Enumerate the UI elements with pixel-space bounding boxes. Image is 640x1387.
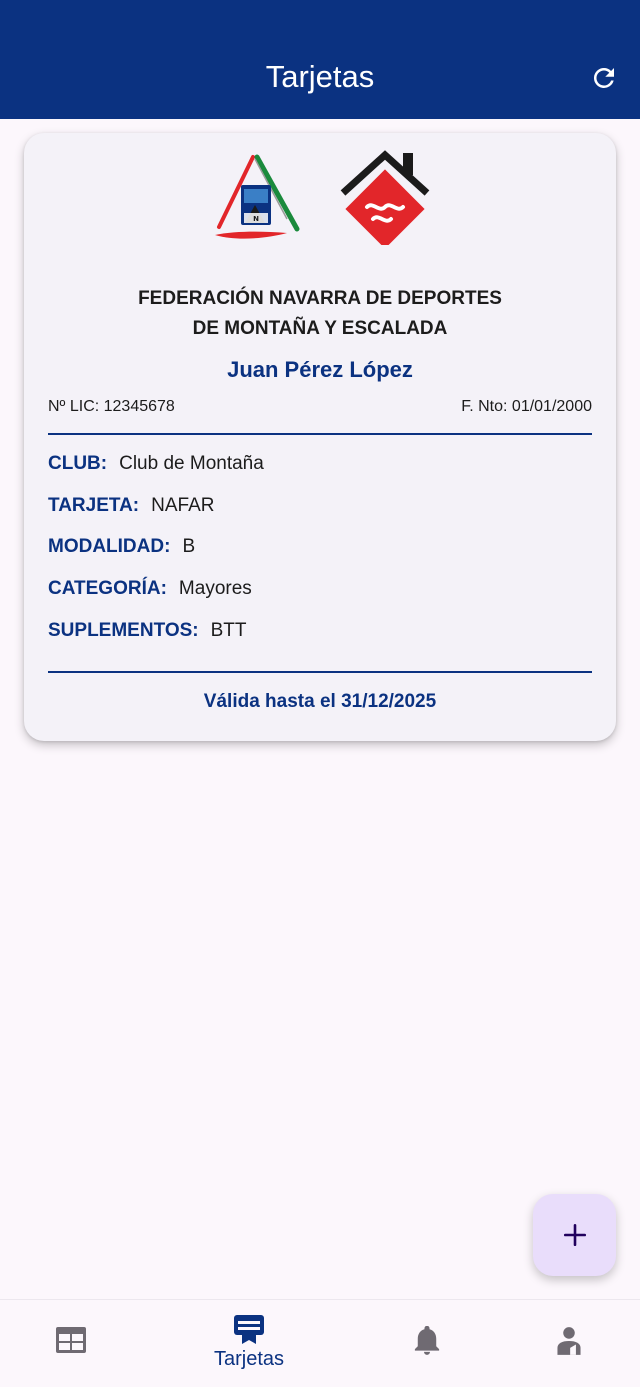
card-icon [234,1315,264,1344]
license-number: Nº LIC: 12345678 [48,398,175,415]
nav-item-calendar[interactable] [0,1300,151,1387]
field-tarjeta: TARJETA: NAFAR [48,493,214,519]
birth-date: F. Nto: 01/01/2000 [461,398,592,415]
divider-bottom [48,671,592,673]
field-suplementos: SUPLEMENTOS: BTT [48,618,247,644]
license-meta: Nº LIC: 12345678 F. Nto: 01/01/2000 [48,396,592,418]
license-card[interactable]: N FEDERACIÓN NAVARRA DE DEPORTES DE MONT… [24,133,616,741]
field-label: CLUB: [48,453,108,474]
logos: N [24,149,616,245]
field-modalidad: MODALIDAD: B [48,534,195,560]
refresh-button[interactable] [586,60,622,96]
holder-name: Juan Pérez López [227,357,413,382]
calendar-grid-icon [56,1327,86,1353]
mountain-house-logo [340,150,430,245]
bell-icon [414,1326,440,1355]
add-card-button[interactable] [533,1194,616,1276]
bottom-navigation: Tarjetas [0,1299,640,1387]
field-value: Club de Montaña [119,453,264,474]
svg-text:N: N [253,215,259,223]
federation-name: FEDERACIÓN NAVARRA DE DEPORTES DE MONTAÑ… [24,284,616,344]
divider-top [48,433,592,435]
nav-item-profile[interactable] [489,1300,640,1387]
field-label: MODALIDAD: [48,536,171,557]
user-icon [557,1327,581,1355]
federation-logo: N [215,154,300,239]
refresh-icon [593,67,614,88]
field-club: CLUB: Club de Montaña [48,451,264,477]
field-value: NAFAR [151,495,215,516]
nav-item-tarjetas[interactable]: Tarjetas [169,1300,329,1387]
federation-name-line1: FEDERACIÓN NAVARRA DE DEPORTES [138,288,502,309]
field-label: TARJETA: [48,495,140,516]
page-title: Tarjetas [265,59,375,94]
plus-icon [563,1223,586,1247]
field-value: Mayores [178,578,252,599]
nav-label-tarjetas: Tarjetas [213,1348,285,1370]
field-categoria: CATEGORÍA: Mayores [48,576,252,602]
field-label: CATEGORÍA: [48,578,167,599]
nav-item-notifications[interactable] [347,1300,507,1387]
field-value: B [182,536,196,557]
federation-name-line2: DE MONTAÑA Y ESCALADA [192,318,448,339]
validity-date: Válida hasta el 31/12/2025 [203,691,437,712]
field-value: BTT [210,620,247,641]
app-bar: Tarjetas [0,0,640,119]
field-label: SUPLEMENTOS: [48,620,199,641]
